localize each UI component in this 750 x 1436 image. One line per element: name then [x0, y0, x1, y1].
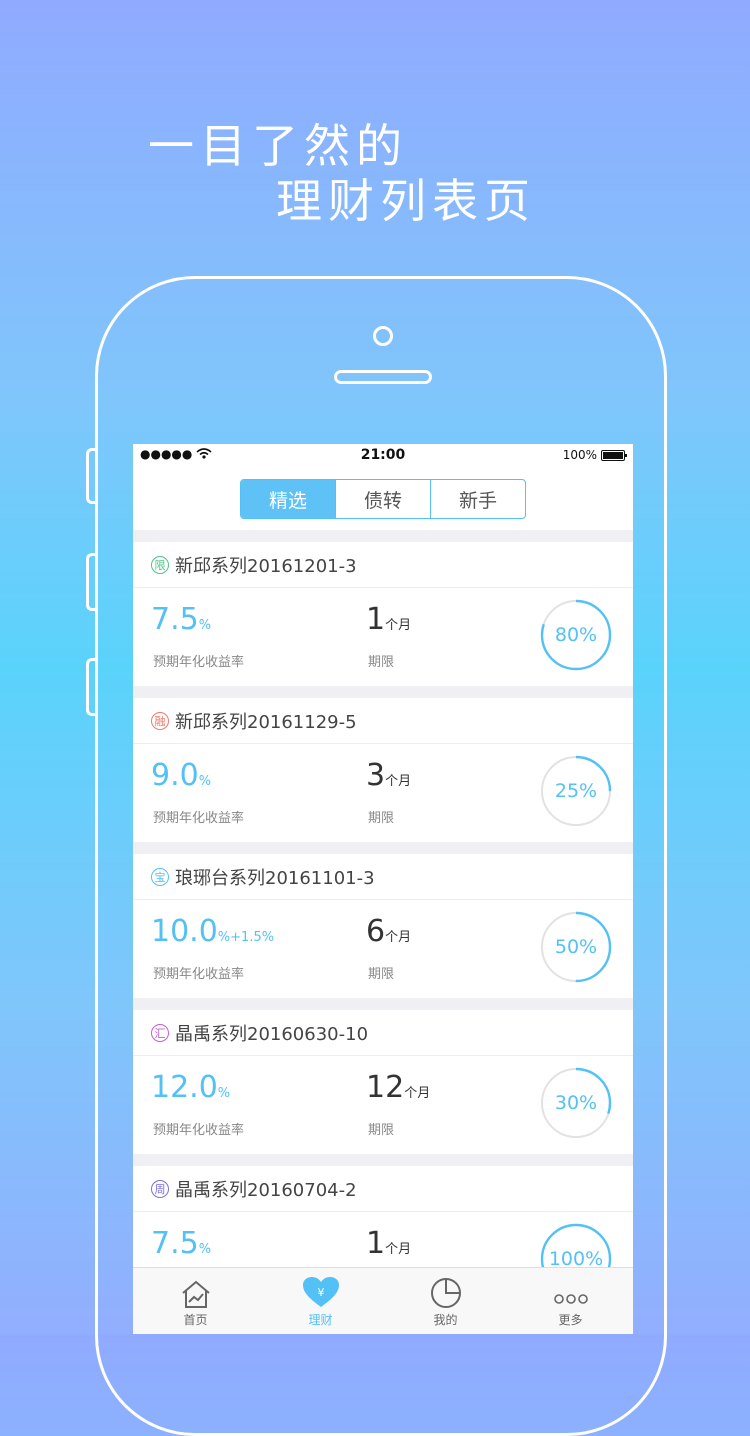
term-value: 1个月: [366, 602, 412, 637]
segment-bar: 精选 债转 新手: [133, 468, 633, 530]
progress-percent: 50%: [554, 936, 598, 958]
term-unit: 个月: [385, 1242, 412, 1257]
progress-percent: 80%: [554, 624, 598, 646]
rate-unit: %: [198, 1242, 212, 1257]
tab-mine-label: 我的: [433, 1313, 458, 1327]
product-tag-badge: 周: [151, 1179, 169, 1198]
tab-home[interactable]: 首页: [133, 1268, 258, 1334]
rate-unit: %: [217, 1086, 231, 1101]
phone-side-button-mute: [86, 448, 96, 504]
progress-percent: 25%: [554, 780, 598, 802]
rate-unit: %: [198, 774, 212, 789]
progress-percent: 30%: [554, 1092, 598, 1114]
segment-debt-transfer[interactable]: 债转: [335, 480, 430, 518]
segment-newbie[interactable]: 新手: [430, 480, 525, 518]
product-card-header: 周 晶禹系列20160704-2: [133, 1166, 633, 1212]
term-value: 1个月: [366, 1226, 412, 1261]
expected-rate: 10.0%+1.5%: [151, 914, 275, 949]
product-card[interactable]: 宝 琅琊台系列20161101-3 10.0%+1.5% 预期年化收益率 6个月…: [133, 854, 633, 998]
phone-side-button-volume-down: [86, 658, 96, 716]
pie-chart-icon: [430, 1278, 461, 1308]
product-card-header: 融 新邱系列20161129-5: [133, 698, 633, 744]
battery-icon: [601, 449, 627, 461]
term-label: 期限: [368, 967, 395, 982]
tab-finance[interactable]: ¥ 理财: [258, 1268, 383, 1334]
tab-bar: 首页 ¥ 理财 我的 更多: [133, 1267, 633, 1334]
rate-label: 预期年化收益率: [153, 967, 245, 982]
product-title: 新邱系列20161129-5: [175, 711, 357, 733]
progress-ring: 25%: [539, 754, 613, 828]
expected-rate: 7.5%: [151, 1226, 212, 1261]
tab-finance-label: 理财: [308, 1313, 333, 1327]
svg-text:¥: ¥: [317, 1286, 324, 1299]
term-unit: 个月: [385, 774, 412, 789]
product-list: 限 新邱系列20161201-3 7.5% 预期年化收益率 1个月 期限 80%…: [133, 542, 633, 1322]
term-unit: 个月: [385, 930, 412, 945]
product-card-header: 限 新邱系列20161201-3: [133, 542, 633, 588]
progress-ring: 30%: [539, 1066, 613, 1140]
product-card-header: 宝 琅琊台系列20161101-3: [133, 854, 633, 900]
product-card-header: 汇 晶禹系列20160630-10: [133, 1010, 633, 1056]
rate-unit: %+1.5%: [217, 930, 275, 945]
product-card[interactable]: 限 新邱系列20161201-3 7.5% 预期年化收益率 1个月 期限 80%: [133, 542, 633, 686]
app-screen: ●●●●● 21:00 100% 精选 债转 新手 限 新邱系列20161201…: [133, 444, 633, 1334]
term-unit: 个月: [385, 618, 412, 633]
term-unit: 个月: [404, 1086, 431, 1101]
headline-line-2: 理财列表页: [276, 174, 536, 228]
term-label: 期限: [368, 1123, 395, 1138]
rate-label: 预期年化收益率: [153, 1123, 245, 1138]
battery-percent: 100%: [562, 448, 597, 462]
term-value: 3个月: [366, 758, 412, 793]
expected-rate: 9.0%: [151, 758, 212, 793]
more-dots-icon: [553, 1294, 588, 1304]
home-icon: [181, 1280, 210, 1308]
term-label: 期限: [368, 655, 395, 670]
status-time: 21:00: [360, 447, 406, 463]
term-value: 12个月: [366, 1070, 431, 1105]
term-label: 期限: [368, 811, 395, 826]
product-title: 琅琊台系列20161101-3: [175, 867, 375, 889]
product-title: 晶禹系列20160630-10: [175, 1023, 369, 1045]
product-tag-badge: 限: [151, 555, 169, 574]
product-title: 晶禹系列20160704-2: [175, 1179, 357, 1201]
tab-home-label: 首页: [183, 1313, 208, 1327]
tab-more-label: 更多: [558, 1313, 583, 1327]
progress-ring: 80%: [539, 598, 613, 672]
tab-more[interactable]: 更多: [508, 1268, 633, 1334]
rate-label: 预期年化收益率: [153, 655, 245, 670]
product-tag-badge: 汇: [151, 1023, 169, 1042]
heart-yen-icon: ¥: [302, 1277, 339, 1307]
expected-rate: 7.5%: [151, 602, 212, 637]
segmented-control: 精选 债转 新手: [240, 479, 526, 519]
battery-status: 100%: [562, 448, 627, 462]
phone-speaker: [334, 370, 432, 384]
product-card[interactable]: 汇 晶禹系列20160630-10 12.0% 预期年化收益率 12个月 期限 …: [133, 1010, 633, 1154]
product-tag-badge: 宝: [151, 867, 169, 886]
status-bar: ●●●●● 21:00 100%: [133, 444, 633, 468]
product-title: 新邱系列20161201-3: [175, 555, 357, 577]
rate-unit: %: [198, 618, 212, 633]
product-tag-badge: 融: [151, 711, 169, 730]
expected-rate: 12.0%: [151, 1070, 231, 1105]
product-card[interactable]: 融 新邱系列20161129-5 9.0% 预期年化收益率 3个月 期限 25%: [133, 698, 633, 842]
progress-ring: 50%: [539, 910, 613, 984]
term-value: 6个月: [366, 914, 412, 949]
rate-label: 预期年化收益率: [153, 811, 245, 826]
phone-camera: [373, 326, 393, 346]
segment-featured[interactable]: 精选: [241, 480, 335, 518]
phone-side-button-volume-up: [86, 553, 96, 611]
tab-mine[interactable]: 我的: [383, 1268, 508, 1334]
